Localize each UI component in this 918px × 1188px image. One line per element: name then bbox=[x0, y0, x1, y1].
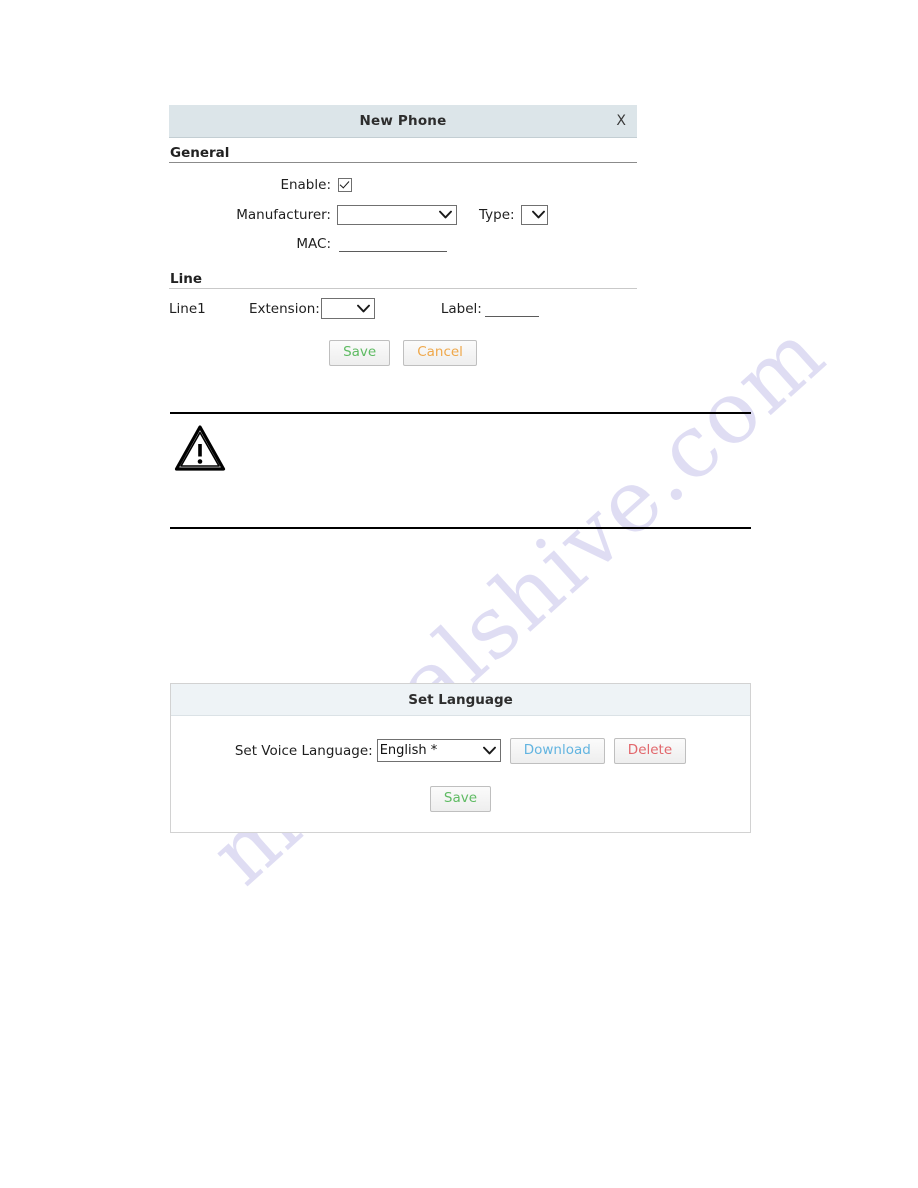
extension-select[interactable] bbox=[320, 298, 375, 319]
section-header-general: General bbox=[169, 138, 637, 163]
voice-language-row: Set Voice Language: English * Download D… bbox=[171, 738, 750, 764]
voice-language-select-wrap: English * bbox=[376, 739, 501, 763]
section-header-line: Line bbox=[169, 264, 637, 289]
panel-save-row: Save bbox=[171, 764, 750, 812]
line-label-label: Label: bbox=[440, 300, 482, 317]
save-button[interactable]: Save bbox=[329, 340, 391, 366]
new-phone-dialog: New Phone X General Enable: Manufacturer… bbox=[169, 105, 637, 366]
close-icon[interactable]: X bbox=[613, 113, 629, 129]
checkbox-checked-icon[interactable] bbox=[338, 177, 352, 192]
extension-label: Extension: bbox=[249, 300, 320, 317]
line-label-input[interactable] bbox=[484, 300, 539, 317]
panel-title: Set Language bbox=[408, 691, 513, 708]
note-block bbox=[170, 412, 751, 529]
section-divider-general bbox=[169, 162, 637, 163]
type-select[interactable] bbox=[520, 204, 548, 225]
voice-language-select[interactable]: English * bbox=[376, 739, 501, 763]
download-button[interactable]: Download bbox=[509, 738, 605, 764]
voice-language-label: Set Voice Language: bbox=[234, 742, 373, 759]
dialog-title: New Phone bbox=[359, 113, 447, 129]
panel-body: Set Voice Language: English * Download D… bbox=[171, 716, 750, 832]
panel-header: Set Language bbox=[171, 684, 750, 716]
cancel-button[interactable]: Cancel bbox=[403, 340, 477, 366]
mac-label: MAC: bbox=[296, 235, 331, 252]
line-row: Line1 Extension: Label: bbox=[169, 295, 637, 322]
manufacturer-select-wrap bbox=[337, 204, 457, 225]
section-header-general-label: General bbox=[170, 145, 236, 161]
type-label: Type: bbox=[479, 206, 515, 223]
form-row-enable: Enable: bbox=[169, 171, 637, 198]
set-language-panel: Set Language Set Voice Language: English… bbox=[170, 683, 751, 833]
form-row-manufacturer: Manufacturer: Type: bbox=[169, 201, 637, 228]
save-button[interactable]: Save bbox=[429, 785, 492, 812]
warning-triangle-icon bbox=[174, 424, 226, 472]
dialog-body: General Enable: Manufacturer: Type: MAC:… bbox=[169, 138, 637, 366]
type-select-wrap bbox=[520, 204, 548, 225]
mac-input[interactable] bbox=[339, 235, 447, 252]
section-divider-line bbox=[169, 288, 637, 289]
section-header-line-label: Line bbox=[170, 271, 208, 287]
dialog-titlebar: New Phone X bbox=[169, 105, 637, 138]
line-name-label: Line1 bbox=[169, 300, 206, 317]
manufacturer-label: Manufacturer: bbox=[236, 206, 331, 223]
note-divider-top bbox=[170, 412, 751, 414]
dialog-button-row: Save Cancel bbox=[169, 322, 637, 366]
delete-button[interactable]: Delete bbox=[613, 738, 687, 764]
extension-select-wrap bbox=[320, 298, 375, 319]
manufacturer-select[interactable] bbox=[337, 204, 457, 225]
form-row-mac: MAC: bbox=[169, 230, 637, 257]
note-divider-bottom bbox=[170, 527, 751, 529]
enable-label: Enable: bbox=[280, 176, 331, 193]
